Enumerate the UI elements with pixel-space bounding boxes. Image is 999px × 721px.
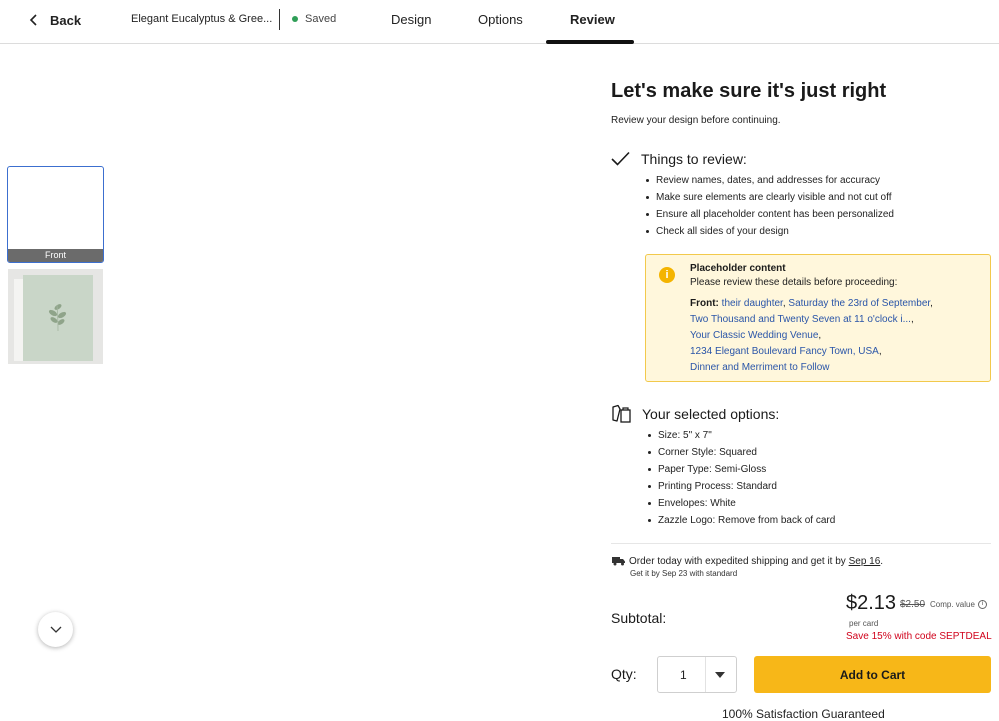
back-label: Back (50, 12, 82, 28)
active-tab-indicator (546, 40, 634, 44)
section-divider (611, 543, 991, 544)
saved-status: Saved (292, 13, 336, 25)
list-item: Make sure elements are clearly visible a… (645, 189, 894, 206)
chevron-left-icon (29, 14, 37, 26)
quantity-value: 1 (680, 668, 687, 682)
tab-design[interactable]: Design (391, 12, 431, 27)
thumbnail-front[interactable]: Front (7, 166, 104, 263)
subtotal-label: Subtotal: (611, 610, 667, 626)
price: $2.13 (846, 592, 897, 614)
qty-label: Qty: (611, 666, 637, 682)
top-nav: Back Elegant Eucalyptus & Gree... Saved … (0, 0, 999, 44)
placeholder-link[interactable]: Two Thousand and Twenty Seven at 11 o'cl… (690, 314, 911, 325)
list-item: Envelopes: White (647, 495, 835, 512)
quantity-select[interactable]: 1 (657, 656, 737, 693)
placeholder-front-label: Front: (690, 298, 719, 309)
standard-shipping-estimate: Get it by Sep 23 with standard (630, 569, 738, 578)
thumbnail-front-label: Front (8, 249, 103, 262)
saved-label: Saved (305, 13, 337, 25)
document-name[interactable]: Elegant Eucalyptus & Gree... (131, 13, 272, 25)
comp-value: Comp. value i (930, 600, 987, 609)
placeholder-link[interactable]: their daughter (722, 298, 783, 309)
shipping-date-link[interactable]: Sep 16 (849, 556, 881, 567)
page-title: Let's make sure it's just right (611, 80, 887, 102)
list-item: Printing Process: Standard (647, 478, 835, 495)
scroll-down-button[interactable] (38, 612, 73, 647)
placeholder-fields: Front: their daughter, Saturday the 23rd… (690, 298, 933, 373)
quantity-separator (705, 657, 706, 692)
promo-message: Save 15% with code SEPTDEAL (846, 631, 992, 642)
placeholder-link[interactable]: Your Classic Wedding Venue (690, 330, 818, 341)
placeholder-title: Placeholder content (690, 263, 786, 274)
per-card-label: per card (849, 619, 879, 628)
truck-icon (612, 557, 625, 566)
comp-value-label: Comp. value (930, 600, 975, 609)
product-options-icon (612, 404, 631, 423)
card-preview-image (8, 269, 103, 364)
info-warning-icon: i (659, 267, 675, 283)
nav-divider (279, 9, 280, 30)
shipping-text: Order today with expedited shipping and … (629, 556, 849, 567)
list-item: Paper Type: Semi-Gloss (647, 461, 835, 478)
shipping-estimate: Order today with expedited shipping and … (629, 556, 883, 567)
list-item: Corner Style: Squared (647, 444, 835, 461)
list-item: Zazzle Logo: Remove from back of card (647, 512, 835, 529)
selected-options-title: Your selected options: (642, 406, 780, 422)
shipping-text-end: . (880, 556, 884, 567)
tab-review[interactable]: Review (570, 12, 615, 27)
selected-options-list: Size: 5" x 7" Corner Style: Squared Pape… (647, 427, 835, 529)
tab-options[interactable]: Options (478, 12, 523, 27)
add-to-cart-button[interactable]: Add to Cart (754, 656, 991, 693)
list-item: Check all sides of your design (645, 223, 894, 240)
thumbnail-back[interactable] (8, 269, 103, 364)
satisfaction-guarantee: 100% Satisfaction Guaranteed (722, 707, 885, 721)
placeholder-description: Please review these details before proce… (690, 277, 898, 288)
list-item: Ensure all placeholder content has been … (645, 206, 894, 223)
placeholder-link[interactable]: Saturday the 23rd of September (788, 298, 930, 309)
page-subtitle: Review your design before continuing. (611, 115, 781, 126)
list-item: Review names, dates, and addresses for a… (645, 172, 894, 189)
checkmark-icon (611, 151, 630, 166)
saved-dot-icon (292, 16, 298, 22)
placeholder-content-alert: i Placeholder content Please review thes… (645, 254, 991, 382)
things-to-review-title: Things to review: (641, 151, 747, 167)
info-icon[interactable]: i (977, 600, 987, 609)
placeholder-link[interactable]: 1234 Elegant Boulevard Fancy Town, USA (690, 346, 879, 357)
chevron-down-icon (50, 626, 61, 633)
original-price: $2.50 (900, 599, 926, 610)
caret-down-icon (715, 672, 725, 678)
list-item: Size: 5" x 7" (647, 427, 835, 444)
back-button[interactable]: Back (28, 11, 81, 29)
placeholder-link[interactable]: Dinner and Merriment to Follow (690, 362, 830, 373)
things-to-review-list: Review names, dates, and addresses for a… (645, 172, 894, 240)
